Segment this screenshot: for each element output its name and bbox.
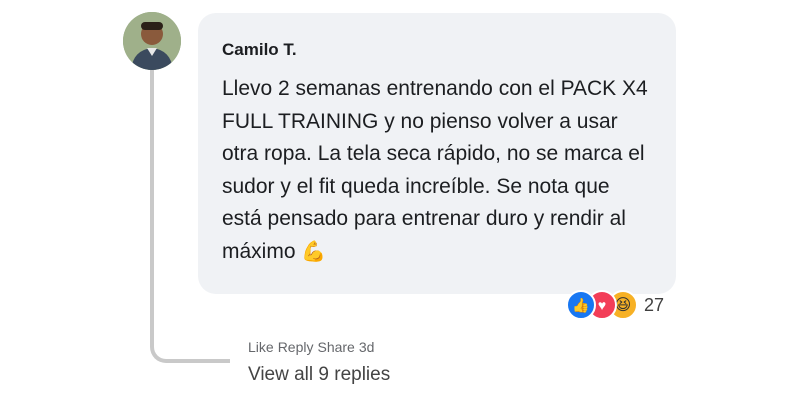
comment-author[interactable]: Camilo T. — [222, 40, 652, 60]
avatar[interactable] — [123, 12, 181, 70]
reply-link[interactable]: Reply — [278, 339, 314, 355]
share-link[interactable]: Share — [317, 339, 354, 355]
flexed-biceps-emoji: 💪 — [301, 240, 327, 263]
avatar-image — [123, 12, 181, 70]
comment-line: máximo — [222, 239, 296, 263]
timestamp[interactable]: 3d — [359, 339, 375, 355]
reaction-count[interactable]: 27 — [644, 295, 664, 316]
comment-line: está pensado para entrenar duro y rendir… — [222, 207, 626, 230]
comment-line: Llevo 2 semanas entrenando con el PACK X… — [222, 77, 648, 100]
comment-bubble: Camilo T. Llevo 2 semanas entrenando con… — [198, 13, 676, 294]
like-icon: 👍 — [566, 290, 596, 320]
comment-line: otra ropa. La tela seca rápido, no se ma… — [222, 142, 645, 165]
comment-line: FULL TRAINING y no pienso volver a usar — [222, 109, 618, 133]
reaction-summary[interactable]: 👍 ♥ 😆 27 — [566, 290, 664, 320]
view-replies-link[interactable]: View all 9 replies — [248, 364, 390, 386]
like-link[interactable]: Like — [248, 339, 274, 355]
comment-actions: Like Reply Share 3d — [248, 339, 374, 355]
comment-line: sudor y el fit queda increíble. Se nota … — [222, 174, 610, 198]
comment-text: Llevo 2 semanas entrenando con el PACK X… — [222, 73, 652, 268]
